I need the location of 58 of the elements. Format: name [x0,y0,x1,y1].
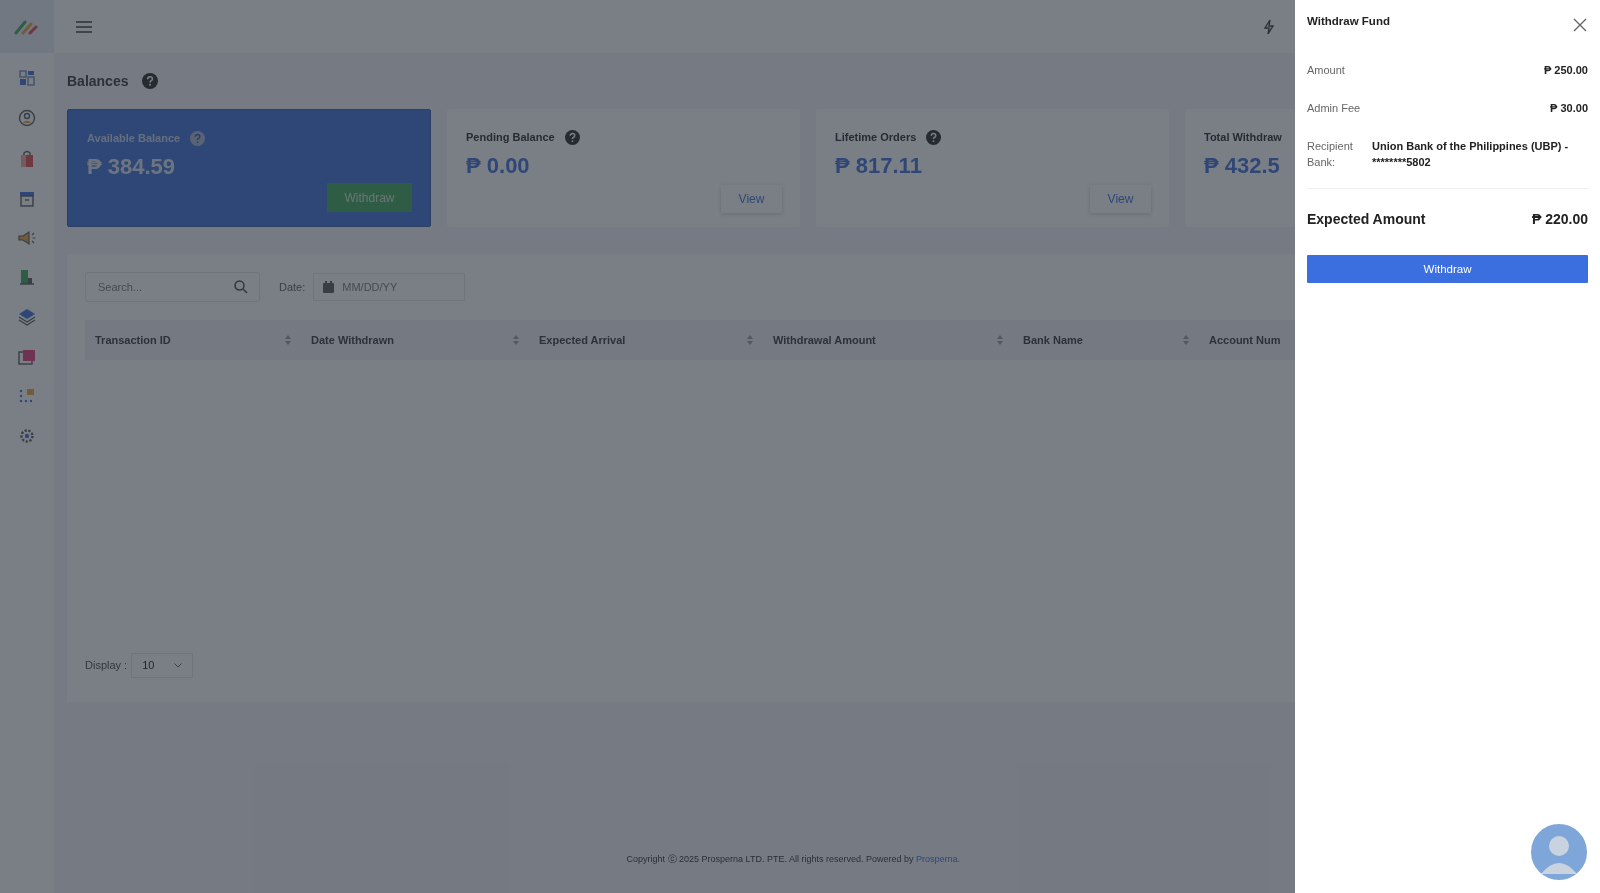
settings-icon[interactable] [18,427,36,445]
column-header[interactable]: Date Withdrawn [311,334,394,346]
detail-label: Admin Fee [1307,101,1362,116]
help-icon[interactable] [564,129,580,145]
date-label: Date: [279,281,306,293]
chevron-down-icon [174,662,183,668]
view-button[interactable]: View [721,185,782,213]
card-label: Pending Balance [466,131,555,143]
detail-label: Recipient Bank: [1307,139,1354,170]
detail-value: Union Bank of the Philippines (UBP) - ********5802 [1372,139,1570,170]
lightning-icon[interactable] [1263,18,1275,35]
total-label: Expected Amount [1307,211,1426,227]
prosperna-link[interactable]: Prosperna. [915,854,960,864]
dashboard-icon[interactable] [19,70,35,86]
page-size-select[interactable]: 10 [131,652,194,678]
shopping-bag-icon[interactable] [19,150,35,168]
search-icon[interactable] [234,280,248,294]
card-label: Total Withdraw [1204,131,1282,143]
column-header[interactable]: Transaction ID [95,334,171,346]
balance-amount: ₱ 817.11 [835,153,923,179]
withdraw-button[interactable]: Withdraw [327,183,412,212]
copyright-text: Copyright ⓒ 2025 Prosperna LTD. PTE. All rights reserved. Powered by Prosperna. [626,853,960,866]
sort-icon[interactable] [1183,335,1189,345]
building-icon[interactable] [19,269,35,285]
archive-box-icon[interactable] [19,191,35,207]
menu-icon[interactable] [76,20,92,33]
column-header[interactable]: Account Num [1209,334,1281,346]
help-icon[interactable] [926,129,942,145]
display-label: Display : [85,659,128,671]
column-header[interactable]: Bank Name [1023,334,1083,346]
balance-amount: ₱ 432.5 [1204,153,1277,179]
drawer-title: Withdraw Fund [1307,15,1390,29]
user-circle-icon[interactable] [18,109,36,127]
folder-icon[interactable] [18,349,36,365]
layers-icon[interactable] [18,308,36,326]
withdraw-button[interactable]: Withdraw [1307,255,1588,283]
close-icon[interactable] [1573,18,1587,32]
page-title: Balances [67,73,129,89]
detail-value: ₱ 30.00 [1550,101,1588,116]
calendar-icon [323,281,335,293]
detail-value: ₱ 250.00 [1543,63,1588,78]
sort-icon[interactable] [285,335,291,345]
total-value: ₱ 220.00 [1531,211,1588,227]
column-header[interactable]: Withdrawal Amount [773,334,876,346]
balance-amount: ₱ 384.59 [87,154,177,180]
balance-amount: ₱ 0.00 [466,153,531,179]
help-icon[interactable] [142,73,159,89]
logo-icon[interactable] [14,18,40,35]
sort-icon[interactable] [747,335,753,345]
sort-icon[interactable] [513,335,519,345]
column-header[interactable]: Expected Arrival [539,334,626,346]
sort-icon[interactable] [997,335,1003,345]
list-icon[interactable] [19,388,35,404]
megaphone-icon[interactable] [17,230,37,246]
view-button[interactable]: View [1090,185,1151,213]
help-icon[interactable] [190,130,206,146]
detail-label: Amount [1307,63,1346,78]
card-label: Lifetime Orders [835,131,917,143]
